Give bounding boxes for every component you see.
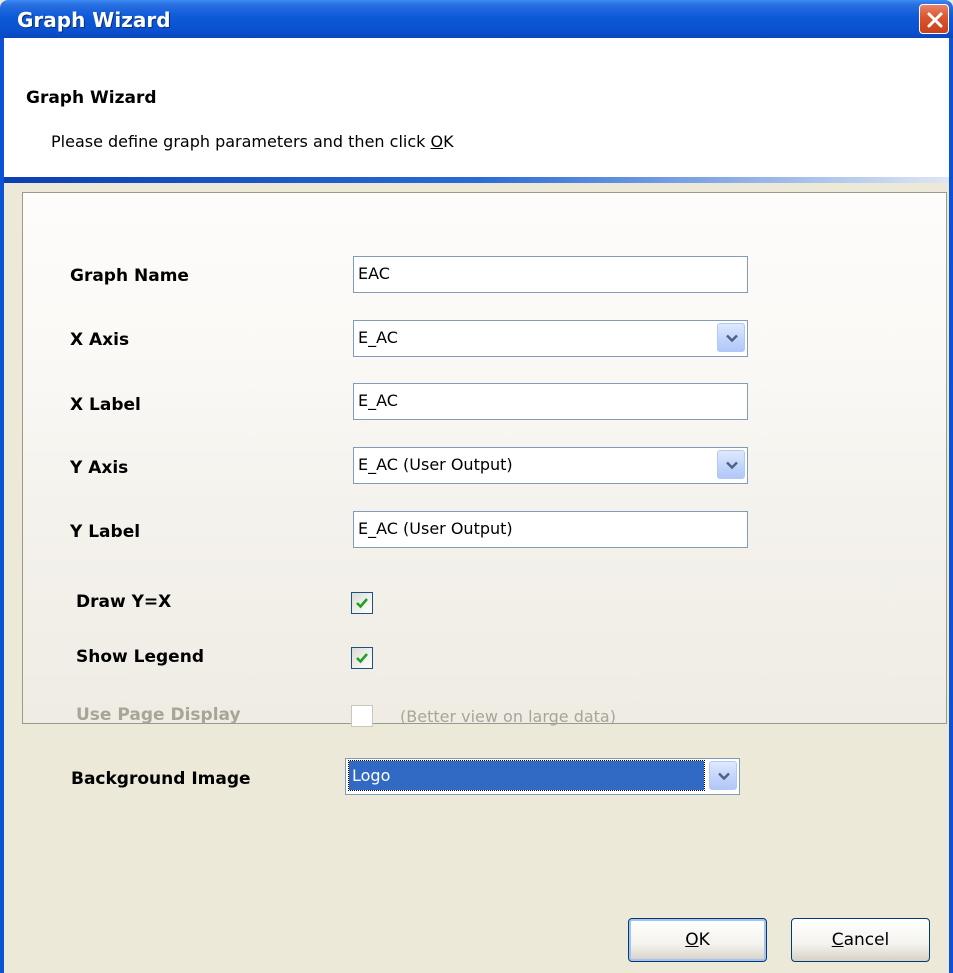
ok-button-label: OK [685,930,710,950]
graph-name-label: Graph Name [70,266,189,286]
use-page-display-label: Use Page Display [76,705,241,725]
y-axis-value: E_AC (User Output) [358,455,513,474]
window-frame-right [949,38,953,973]
header-divider [4,177,949,183]
background-image-select[interactable]: Logo [345,758,740,795]
title-bar[interactable]: Graph Wizard [0,0,953,38]
graph-name-input[interactable]: EAC [353,256,748,293]
x-label-input[interactable]: E_AC [353,383,748,420]
checkmark-icon [356,653,368,664]
background-image-dropdown-button[interactable] [709,761,737,790]
y-axis-label: Y Axis [70,458,129,478]
background-image-value: Logo [348,760,705,791]
cancel-button[interactable]: Cancel [791,918,930,962]
x-axis-dropdown-button[interactable] [717,323,745,352]
chevron-down-icon [718,772,730,781]
draw-y-eq-x-checkbox[interactable] [351,592,373,614]
wizard-header [4,38,949,178]
y-axis-select[interactable]: E_AC (User Output) [353,447,748,484]
chevron-down-icon [726,334,738,343]
background-image-label: Background Image [71,769,251,789]
header-description-text: Please define graph parameters and then … [51,132,454,151]
x-axis-select[interactable]: E_AC [353,320,748,357]
use-page-display-checkbox [351,705,373,727]
close-button[interactable] [919,4,949,34]
use-page-display-hint: (Better view on large data) [400,707,616,726]
close-icon [927,12,943,28]
window-title: Graph Wizard [17,8,171,32]
header-title: Graph Wizard [26,88,157,108]
header-description: Please define graph parameters and then … [51,132,454,151]
draw-y-eq-x-label: Draw Y=X [76,592,172,612]
y-axis-dropdown-button[interactable] [717,450,745,479]
chevron-down-icon [726,461,738,470]
y-label-input[interactable]: E_AC (User Output) [353,511,748,548]
x-label-label: X Label [70,395,141,415]
cancel-button-label: Cancel [831,930,890,950]
checkmark-icon [356,598,368,609]
show-legend-checkbox[interactable] [351,647,373,669]
x-axis-label: X Axis [70,330,130,350]
ok-button[interactable]: OK [628,918,767,962]
x-axis-value: E_AC [358,328,398,347]
show-legend-label: Show Legend [76,647,204,667]
y-label-label: Y Label [70,522,141,542]
